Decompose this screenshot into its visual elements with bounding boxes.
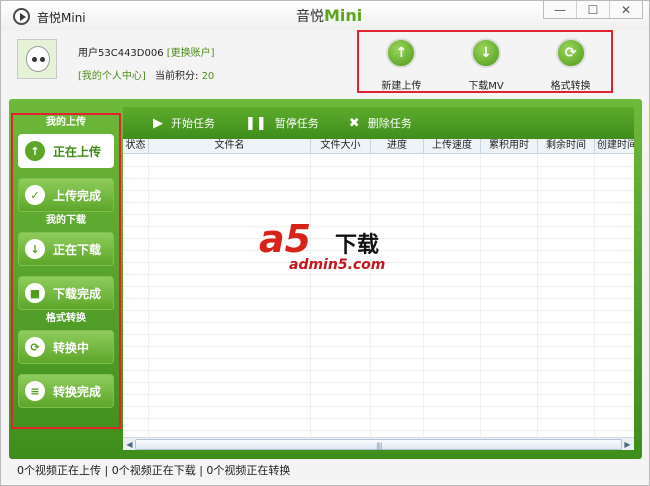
convert-icon: ⟳ [555,38,586,68]
scrollbar-thumb[interactable]: |||| [135,439,622,450]
sidebar-item-label: 上传完成 [53,188,102,203]
upload-icon: ↑ [386,38,417,68]
user-info: 用户53C443D006 [更换账户] [78,44,215,59]
avatar-face-icon [26,46,50,72]
sidebar-item-label: 转换中 [53,340,90,355]
switch-account-link[interactable]: [更换账户] [167,48,215,59]
sidebar-item-downloading[interactable]: ↓ 正在下载 [18,232,114,266]
app-name: 音悦Mini [37,11,86,25]
format-convert-label: 格式转换 [550,81,591,92]
watermark-site: admin5.com [289,257,386,273]
watermark-a5: a5 [259,217,312,261]
personal-center-link[interactable]: [我的个人中心] [78,71,146,82]
task-table: 状态 文件名 文件大小 进度 上传速度 累积用时 剩余时间 创建时间 ◀ |||… [123,139,634,450]
check-icon: ✓ [25,185,45,205]
window-title-mini: Mini [324,6,363,25]
close-button[interactable]: ✕ [610,1,642,18]
pause-task-label: 暂停任务 [274,117,319,130]
table-body[interactable] [123,155,634,437]
sidebar-item-uploading[interactable]: ↑ 正在上传 [18,134,114,168]
start-task-button[interactable]: ▶ 开始任务 [153,115,215,131]
format-convert-button[interactable]: ⟳ 格式转换 [535,31,607,92]
watermark-text: 下载 [335,233,380,258]
minimize-button[interactable]: — [544,1,577,18]
new-upload-label: 新建上传 [381,81,422,92]
column-header[interactable]: 剩余时间 [538,139,595,153]
pause-icon: ❚❚ [245,115,267,131]
app-window: 音悦Mini 音悦Mini — ☐ ✕ 用户53C443D006 [更换账户] … [0,0,650,486]
grip-icon: |||| [376,442,383,450]
section-my-uploads: 我的上传 [46,117,86,128]
title-bar[interactable]: 音悦Mini 音悦Mini — ☐ ✕ [1,1,649,31]
sidebar-item-convert-complete[interactable]: ≡ 转换完成 [18,374,114,408]
avatar-eye-left [32,57,37,62]
window-title-main: 音悦 [296,9,324,25]
status-bar: 0个视频正在上传 | 0个视频正在下载 | 0个视频正在转换 [17,464,291,477]
section-my-downloads: 我的下载 [46,215,86,226]
scroll-right-arrow-icon[interactable]: ▶ [622,439,633,450]
download-mv-button[interactable]: ↓ 下载MV [450,31,522,92]
sidebar-item-download-complete[interactable]: ■ 下载完成 [18,276,114,310]
delete-task-button[interactable]: ✖ 删除任务 [349,115,412,131]
column-lines [123,155,634,437]
upload-arrow-icon: ↑ [25,141,45,161]
column-header[interactable]: 创建时间 [595,139,634,153]
top-actions: ↑ 新建上传 ↓ 下载MV ⟳ 格式转换 [359,31,613,92]
start-task-label: 开始任务 [171,117,215,130]
sidebar-item-label: 转换完成 [53,384,102,399]
points-label: 当前积分: [155,71,199,82]
sidebar-item-upload-complete[interactable]: ✓ 上传完成 [18,178,114,212]
watermark-logo: a5 下载 admin5.com [259,219,399,275]
sidebar-item-label: 正在下载 [53,242,102,257]
points-value: 20 [201,71,215,82]
download-arrow-icon: ↓ [25,239,45,259]
column-header[interactable]: 累积用时 [481,139,538,153]
sidebar-item-label: 正在上传 [53,144,102,159]
task-toolbar: ▶ 开始任务 ❚❚ 暂停任务 ✖ 删除任务 [123,107,634,139]
download-icon: ↓ [470,38,501,68]
sidebar-item-converting[interactable]: ⟳ 转换中 [18,330,114,364]
delete-x-icon: ✖ [348,115,360,131]
new-upload-button[interactable]: ↑ 新建上传 [365,31,437,92]
avatar[interactable] [17,39,57,79]
column-header[interactable]: 状态 [123,139,149,153]
column-header[interactable]: 上传速度 [424,139,481,153]
column-header[interactable]: 文件大小 [311,139,371,153]
pause-task-button[interactable]: ❚❚ 暂停任务 [245,115,319,131]
maximize-button[interactable]: ☐ [577,1,610,18]
column-header[interactable]: 文件名 [149,139,311,153]
play-logo-icon [13,8,30,25]
user-id: 用户53C443D006 [78,48,164,59]
download-mv-label: 下载MV [468,81,504,92]
section-format-convert: 格式转换 [46,313,86,324]
sidebar-item-label: 下载完成 [53,286,102,301]
box-icon: ■ [25,283,45,303]
user-links: [我的个人中心] 当前积分: 20 [78,67,214,82]
column-header[interactable]: 进度 [371,139,424,153]
sidebar: 我的上传 ↑ 正在上传 ✓ 上传完成 我的下载 ↓ 正在下载 ■ 下载完成 格式… [14,114,118,427]
list-icon: ≡ [25,381,45,401]
avatar-eye-right [40,57,45,62]
horizontal-scrollbar[interactable]: ◀ |||| ▶ [123,437,634,450]
window-controls: — ☐ ✕ [543,1,643,19]
convert-icon: ⟳ [25,337,45,357]
scroll-left-arrow-icon[interactable]: ◀ [124,439,135,450]
delete-task-label: 删除任务 [367,117,412,130]
table-header: 状态 文件名 文件大小 进度 上传速度 累积用时 剩余时间 创建时间 [123,139,634,154]
window-title: 音悦Mini [296,6,362,26]
play-icon: ▶ [153,115,163,131]
